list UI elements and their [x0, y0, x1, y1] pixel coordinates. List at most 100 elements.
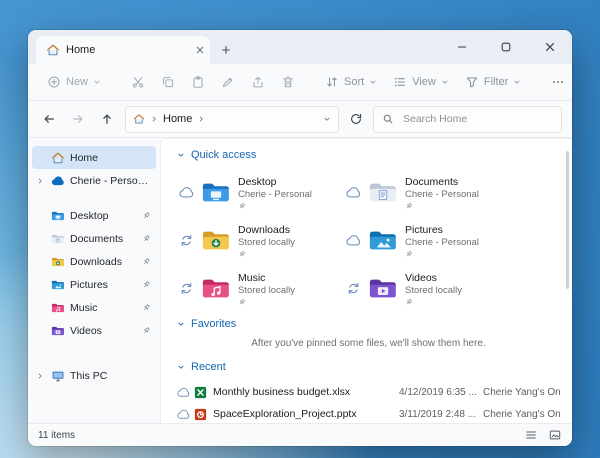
new-tab-button[interactable] — [214, 38, 238, 62]
tab-home[interactable]: Home — [36, 36, 210, 64]
favorites-empty-message: After you've pinned some files, we'll sh… — [177, 338, 560, 349]
quick-access-tile-documents[interactable]: Documents Cherie - Personal — [346, 169, 511, 216]
tile-subtitle: Stored locally — [238, 237, 295, 249]
back-button[interactable] — [38, 108, 60, 130]
share-icon — [251, 75, 265, 89]
quick-access-tile-pictures[interactable]: Pictures Cherie - Personal — [346, 217, 511, 264]
documents-folder-icon — [368, 180, 398, 205]
computer-icon — [51, 369, 65, 383]
pin-icon — [238, 250, 246, 258]
recent-file-row[interactable]: Monthly business budget.xlsx 4/12/2019 6… — [177, 381, 560, 403]
music-folder-icon — [51, 301, 65, 315]
chevron-down-icon[interactable] — [323, 115, 331, 123]
pin-icon — [142, 234, 151, 243]
tile-subtitle: Stored locally — [405, 285, 462, 297]
sidebar-item-label: Home — [70, 152, 151, 164]
paste-button[interactable] — [184, 70, 212, 94]
sidebar-item-videos[interactable]: Videos — [32, 319, 156, 342]
quick-access-tile-videos[interactable]: Videos Stored locally — [346, 265, 511, 312]
content-pane: Quick access Desktop Cherie - Personal — [160, 138, 572, 423]
cloud-status-icon — [346, 233, 361, 248]
pin-icon — [405, 202, 413, 210]
view-label: View — [412, 76, 436, 88]
titlebar: Home — [28, 30, 572, 64]
delete-button[interactable] — [274, 70, 302, 94]
new-button[interactable]: New — [40, 70, 108, 94]
sidebar-item-desktop[interactable]: Desktop — [32, 204, 156, 227]
command-bar: New Sort View Filter — [28, 64, 572, 101]
file-icons — [177, 385, 213, 400]
recent-files-list: Monthly business budget.xlsx 4/12/2019 6… — [177, 381, 560, 423]
large-icons-view-button[interactable] — [546, 427, 564, 443]
plus-circle-icon — [47, 75, 61, 89]
cut-button[interactable] — [124, 70, 152, 94]
quick-access-tile-desktop[interactable]: Desktop Cherie - Personal — [179, 169, 344, 216]
more-options-button[interactable] — [544, 70, 572, 94]
tile-subtitle: Cherie - Personal — [405, 189, 479, 201]
sidebar-item-label: Documents — [70, 233, 137, 245]
sidebar-item-pictures[interactable]: Pictures — [32, 273, 156, 296]
sidebar-item-label: Downloads — [70, 256, 137, 268]
rename-button[interactable] — [214, 70, 242, 94]
tab-close-icon[interactable] — [196, 46, 204, 54]
downloads-folder-icon — [201, 228, 231, 253]
vertical-scrollbar[interactable] — [566, 151, 569, 289]
quick-access-tile-music[interactable]: Music Stored locally — [179, 265, 344, 312]
section-header-recent[interactable]: Recent — [177, 361, 560, 373]
sidebar-item-music[interactable]: Music — [32, 296, 156, 319]
search-box[interactable] — [373, 106, 562, 133]
onedrive-cloud-icon — [51, 174, 65, 188]
tile-name: Videos — [405, 272, 462, 285]
chevron-down-icon — [513, 78, 521, 86]
tile-name: Pictures — [405, 224, 479, 237]
up-button[interactable] — [96, 108, 118, 130]
pin-icon — [142, 326, 151, 335]
cloud-status-icon — [179, 185, 194, 200]
share-button[interactable] — [244, 70, 272, 94]
refresh-button[interactable] — [346, 109, 366, 129]
section-header-quick-access[interactable]: Quick access — [177, 149, 560, 161]
address-bar[interactable]: Home — [125, 106, 339, 133]
videos-folder-icon — [368, 276, 398, 301]
breadcrumb-segment-home[interactable]: Home — [163, 113, 192, 125]
close-button[interactable] — [528, 30, 572, 64]
recent-file-row[interactable]: SpaceExploration_Project.pptx 3/11/2019 … — [177, 403, 560, 423]
sidebar-item-label: This PC — [70, 370, 151, 382]
home-icon — [51, 151, 65, 165]
sidebar-item-label: Desktop — [70, 210, 137, 222]
filter-button[interactable]: Filter — [458, 70, 528, 94]
chevron-right-icon[interactable] — [36, 372, 46, 380]
sidebar-item-downloads[interactable]: Downloads — [32, 250, 156, 273]
view-toggles — [522, 427, 564, 443]
tile-name: Downloads — [238, 224, 295, 237]
status-bar: 11 items — [28, 423, 572, 446]
pin-icon — [142, 211, 151, 220]
details-view-button[interactable] — [522, 427, 540, 443]
section-header-favorites[interactable]: Favorites — [177, 318, 560, 330]
cut-icon — [131, 75, 145, 89]
minimize-button[interactable] — [440, 30, 484, 64]
search-input[interactable] — [401, 112, 553, 126]
sidebar-item-home[interactable]: Home — [32, 146, 156, 169]
tile-subtitle: Cherie - Personal — [238, 189, 312, 201]
forward-button[interactable] — [67, 108, 89, 130]
quick-access-tile-downloads[interactable]: Downloads Stored locally — [179, 217, 344, 264]
view-button[interactable]: View — [386, 70, 456, 94]
sidebar-item-onedrive-personal[interactable]: Cherie - Personal — [32, 169, 156, 192]
pictures-folder-icon — [368, 228, 398, 253]
section-label: Favorites — [191, 318, 236, 330]
sidebar-item-this-pc[interactable]: This PC — [32, 364, 156, 387]
section-label: Recent — [191, 361, 226, 373]
sync-status-icon — [179, 281, 194, 296]
chevron-down-icon — [369, 78, 377, 86]
sidebar-item-documents[interactable]: Documents — [32, 227, 156, 250]
copy-button[interactable] — [154, 70, 182, 94]
navigation-pane: Home Cherie - Personal Desktop — [28, 138, 160, 423]
sidebar-item-label: Videos — [70, 325, 137, 337]
filter-label: Filter — [484, 76, 508, 88]
chevron-right-icon — [197, 115, 205, 123]
sort-button[interactable]: Sort — [318, 70, 384, 94]
tile-text: Videos Stored locally — [405, 272, 462, 306]
maximize-button[interactable] — [484, 30, 528, 64]
chevron-right-icon[interactable] — [36, 177, 46, 185]
